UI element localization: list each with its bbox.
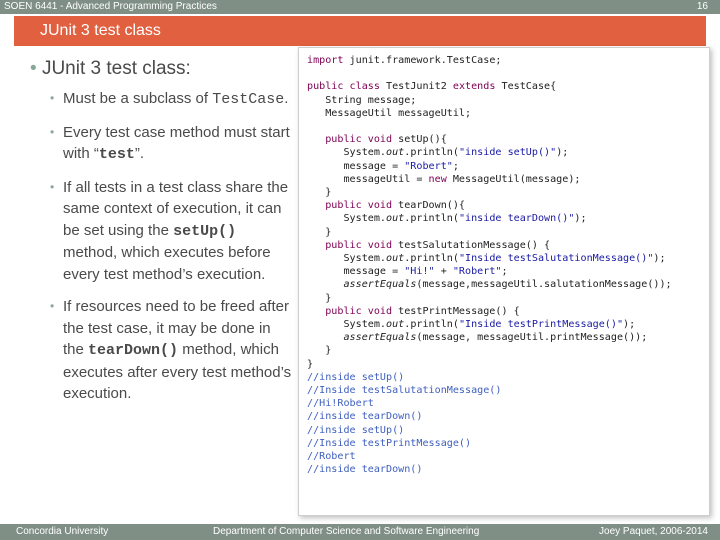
course-title: SOEN 6441 - Advanced Programming Practic… — [4, 1, 217, 12]
footer-university: Concordia University — [16, 526, 109, 537]
output-comment: //inside tearDown() — [307, 411, 423, 423]
output-comment: //Inside testPrintMessage() — [307, 437, 472, 449]
header-bar: SOEN 6441 - Advanced Programming Practic… — [0, 0, 720, 14]
bullet-dot-icon: • — [50, 179, 55, 194]
slide-title-bar: JUnit 3 test class — [14, 16, 706, 46]
code-listing: import junit.framework.TestCase; public … — [307, 54, 672, 477]
page-number: 16 — [696, 1, 708, 12]
sub-bullet-text: Must be a subclass of — [63, 90, 213, 107]
output-comment: //inside setUp() — [307, 424, 405, 436]
code-line: message = "Robert"; — [307, 160, 459, 172]
output-comment: //Robert — [307, 451, 356, 463]
code-line: } — [307, 187, 332, 199]
slide-title: JUnit 3 test class — [40, 22, 161, 39]
sub-bullet-text: method, which executes before every test… — [63, 244, 271, 283]
code-line: } — [307, 226, 332, 238]
main-bullet: • JUnit 3 test class: — [30, 56, 292, 82]
code-line: assertEquals(message,messageUtil.salutat… — [343, 279, 672, 291]
code-term: tearDown() — [88, 342, 179, 359]
sub-bullet-text: . — [284, 90, 289, 107]
sub-bullet: • If resources need to be freed after the… — [30, 296, 292, 405]
code-line: } — [307, 345, 332, 357]
code-line: } — [307, 358, 314, 370]
output-comment: //inside tearDown() — [307, 464, 423, 476]
bullet-dot-icon: • — [50, 124, 55, 139]
output-comment: //inside setUp() — [307, 371, 405, 383]
code-line: public void tearDown(){ — [307, 200, 466, 212]
output-comment: //Inside testSalutationMessage() — [307, 385, 502, 397]
sub-bullet-text: Every test case method must start with “ — [63, 123, 290, 163]
footer-department: Department of Computer Science and Softw… — [213, 526, 480, 537]
code-line: public void setUp(){ — [307, 134, 447, 146]
footer-bar: Concordia University Department of Compu… — [0, 524, 720, 540]
code-line: } — [307, 292, 332, 304]
code-panel: import junit.framework.TestCase; public … — [298, 47, 710, 516]
sub-bullet: • If all tests in a test class share the … — [30, 177, 292, 286]
code-line: assertEquals(message, messageUtil.printM… — [343, 332, 648, 344]
sub-bullet: • Every test case method must start with … — [30, 122, 292, 166]
code-line: import junit.framework.TestCase; — [307, 55, 502, 66]
code-line: MessageUtil messageUtil; — [307, 107, 472, 119]
code-line: public void testSalutationMessage() { — [307, 239, 551, 251]
code-line: System.out.println("inside tearDown()"); — [307, 213, 587, 225]
bullet-dot-icon: • — [50, 299, 55, 313]
main-bullet-text: JUnit 3 test class: — [41, 58, 191, 79]
code-line: message = "Hi!" + "Robert"; — [307, 266, 508, 278]
code-line: public void testPrintMessage() { — [307, 305, 520, 317]
code-line: public class TestJunit2 extends TestCase… — [307, 81, 557, 93]
code-line: messageUtil = new MessageUtil(message); — [307, 173, 581, 185]
bullet-dot-icon: • — [50, 91, 55, 105]
code-term: TestCase — [212, 91, 285, 108]
footer-author: Joey Paquet, 2006-2014 — [599, 526, 708, 537]
sub-bullet: • Must be a subclass of TestCase. — [30, 88, 292, 111]
bullet-list: • JUnit 3 test class: • Must be a subclas… — [30, 56, 292, 416]
code-term: setUp() — [173, 222, 237, 240]
code-line: System.out.println("inside setUp()"); — [307, 147, 569, 159]
sub-bullet-text: ”. — [134, 145, 145, 162]
code-line: String message; — [307, 94, 417, 106]
output-comment: //Hi!Robert — [307, 398, 374, 410]
code-line: System.out.println("Inside testSalutatio… — [307, 253, 666, 265]
code-term: test — [98, 146, 135, 163]
bullet-dot-icon: • — [30, 58, 37, 79]
code-line: System.out.println("Inside testPrintMess… — [307, 319, 636, 331]
